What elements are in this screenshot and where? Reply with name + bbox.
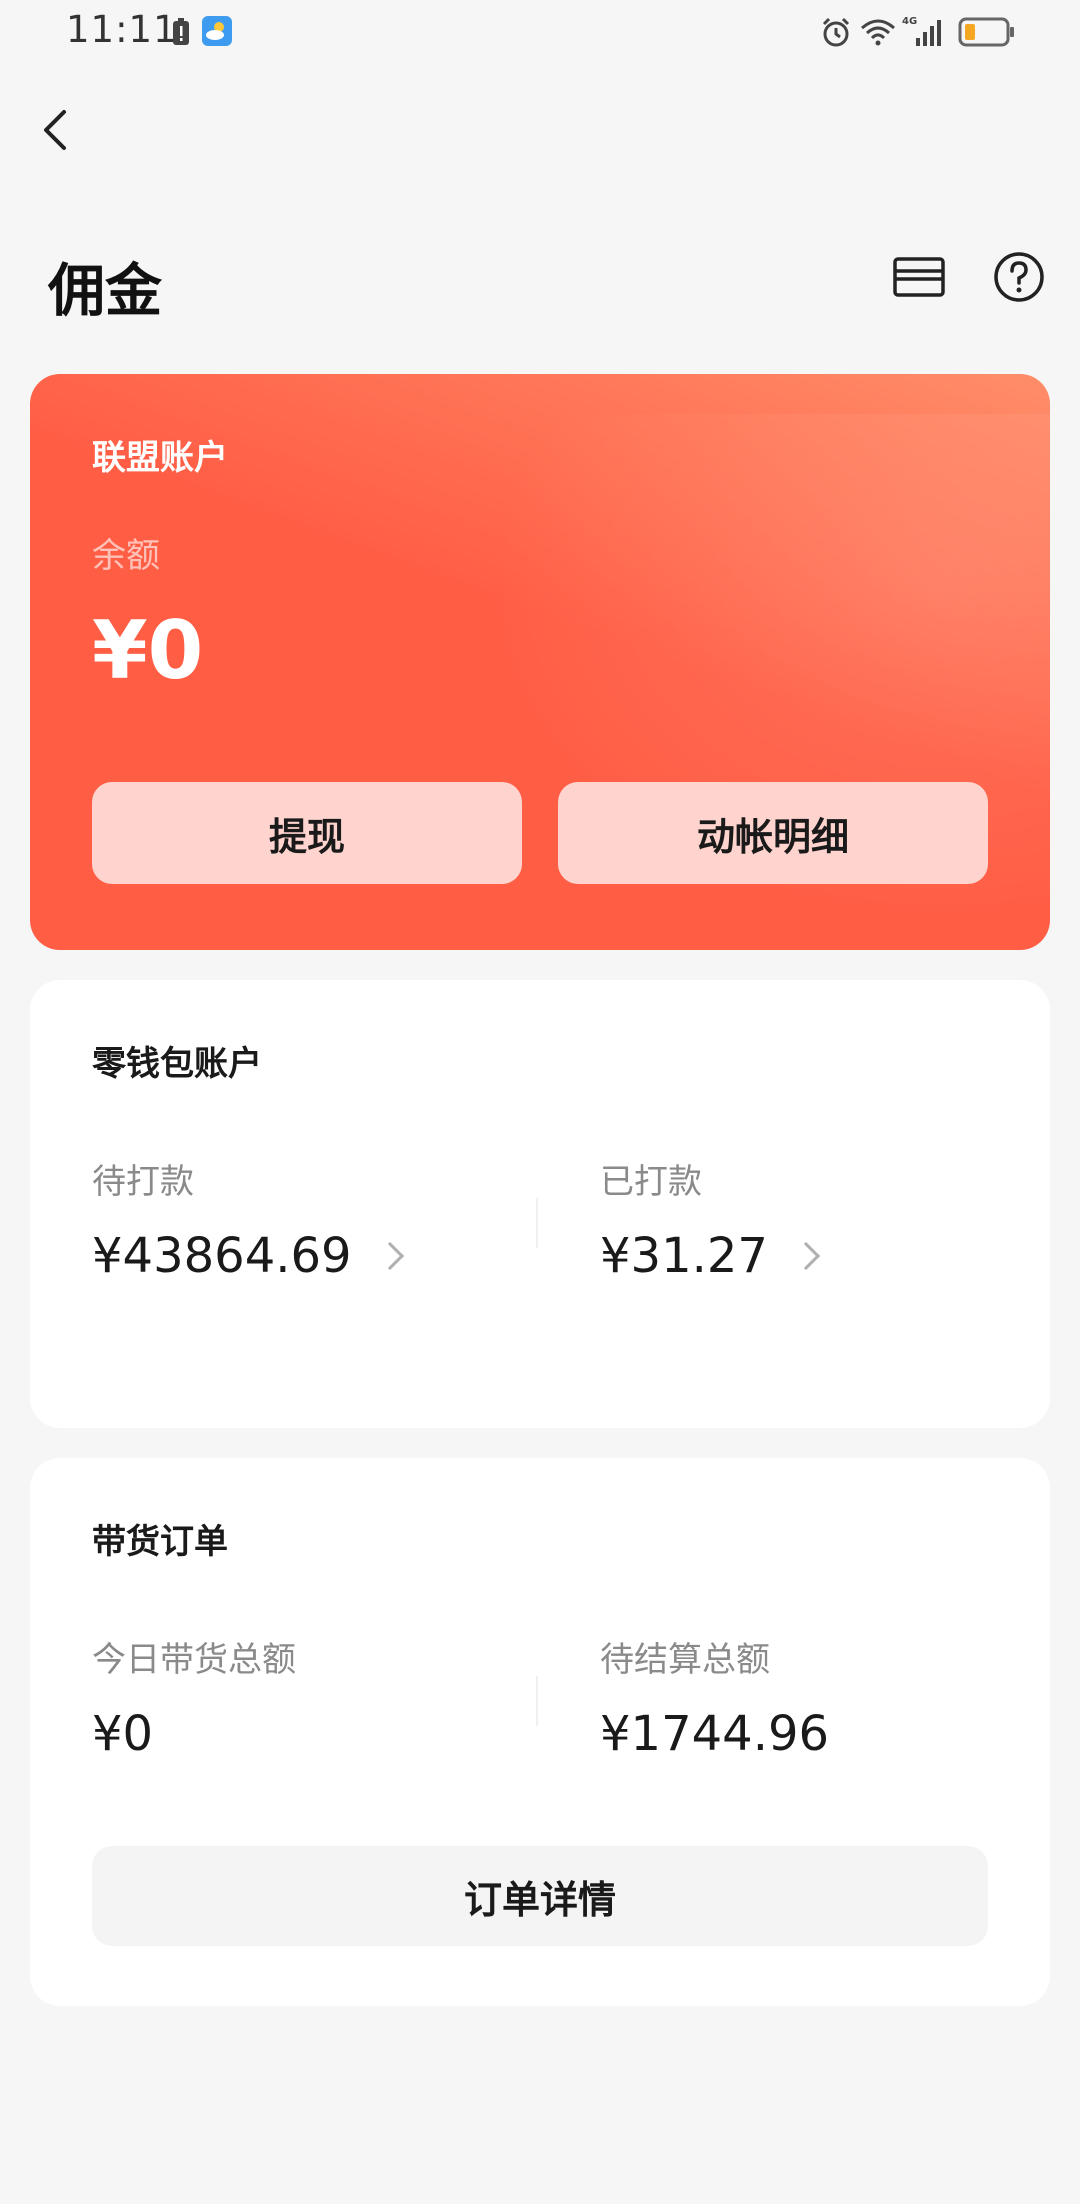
order-details-button[interactable]: 订单详情 — [92, 1846, 988, 1946]
chevron-right-icon — [375, 1241, 404, 1271]
pending-payment-value[interactable]: ¥43864.69 — [92, 1228, 404, 1284]
today-sales-label: 今日带货总额 — [92, 1640, 296, 1680]
status-bar: 11:11 4G — [0, 0, 1080, 66]
divider — [536, 1198, 538, 1248]
alliance-account-title: 联盟账户 — [92, 438, 228, 478]
weather-icon — [202, 16, 232, 50]
balance-amount: ¥0 — [92, 604, 204, 697]
wallet-account-panel: 零钱包账户 待打款 ¥43864.69 已打款 ¥31.27 — [30, 980, 1050, 1428]
withdraw-button[interactable]: 提现 — [92, 782, 522, 884]
card-button[interactable] — [892, 250, 946, 304]
pending-payment-amount: ¥43864.69 — [92, 1228, 352, 1284]
battery-warning-icon — [172, 18, 190, 50]
back-button[interactable] — [34, 100, 84, 160]
wifi-icon — [860, 18, 896, 50]
card-icon — [893, 257, 945, 297]
signal-4g-icon: 4G — [900, 14, 944, 52]
pending-settlement-label: 待结算总额 — [600, 1640, 770, 1680]
svg-text:4G: 4G — [902, 16, 917, 27]
paid-label: 已打款 — [600, 1162, 702, 1202]
divider — [536, 1676, 538, 1726]
alarm-icon — [820, 16, 852, 52]
chevron-right-icon — [791, 1241, 821, 1271]
back-icon — [44, 110, 66, 150]
wallet-account-title: 零钱包账户 — [92, 1044, 262, 1084]
balance-label: 余额 — [92, 536, 160, 576]
help-icon — [994, 252, 1044, 302]
page-title: 佣金 — [48, 258, 162, 324]
pending-payment-label: 待打款 — [92, 1162, 194, 1202]
status-time: 11:11 — [66, 8, 178, 51]
battery-icon — [958, 16, 1016, 52]
paid-value[interactable]: ¥31.27 — [600, 1228, 821, 1284]
pending-settlement-amount: ¥1744.96 — [600, 1706, 830, 1762]
help-button[interactable] — [992, 250, 1046, 304]
transaction-details-button[interactable]: 动帐明细 — [558, 782, 988, 884]
alliance-account-card: 联盟账户 余额 ¥0 提现 动帐明细 — [30, 374, 1050, 950]
orders-title: 带货订单 — [92, 1522, 228, 1562]
today-sales-amount: ¥0 — [92, 1706, 154, 1762]
today-sales-value: ¥0 — [92, 1706, 153, 1762]
pending-settlement-value: ¥1744.96 — [600, 1706, 829, 1762]
paid-amount: ¥31.27 — [600, 1228, 768, 1284]
